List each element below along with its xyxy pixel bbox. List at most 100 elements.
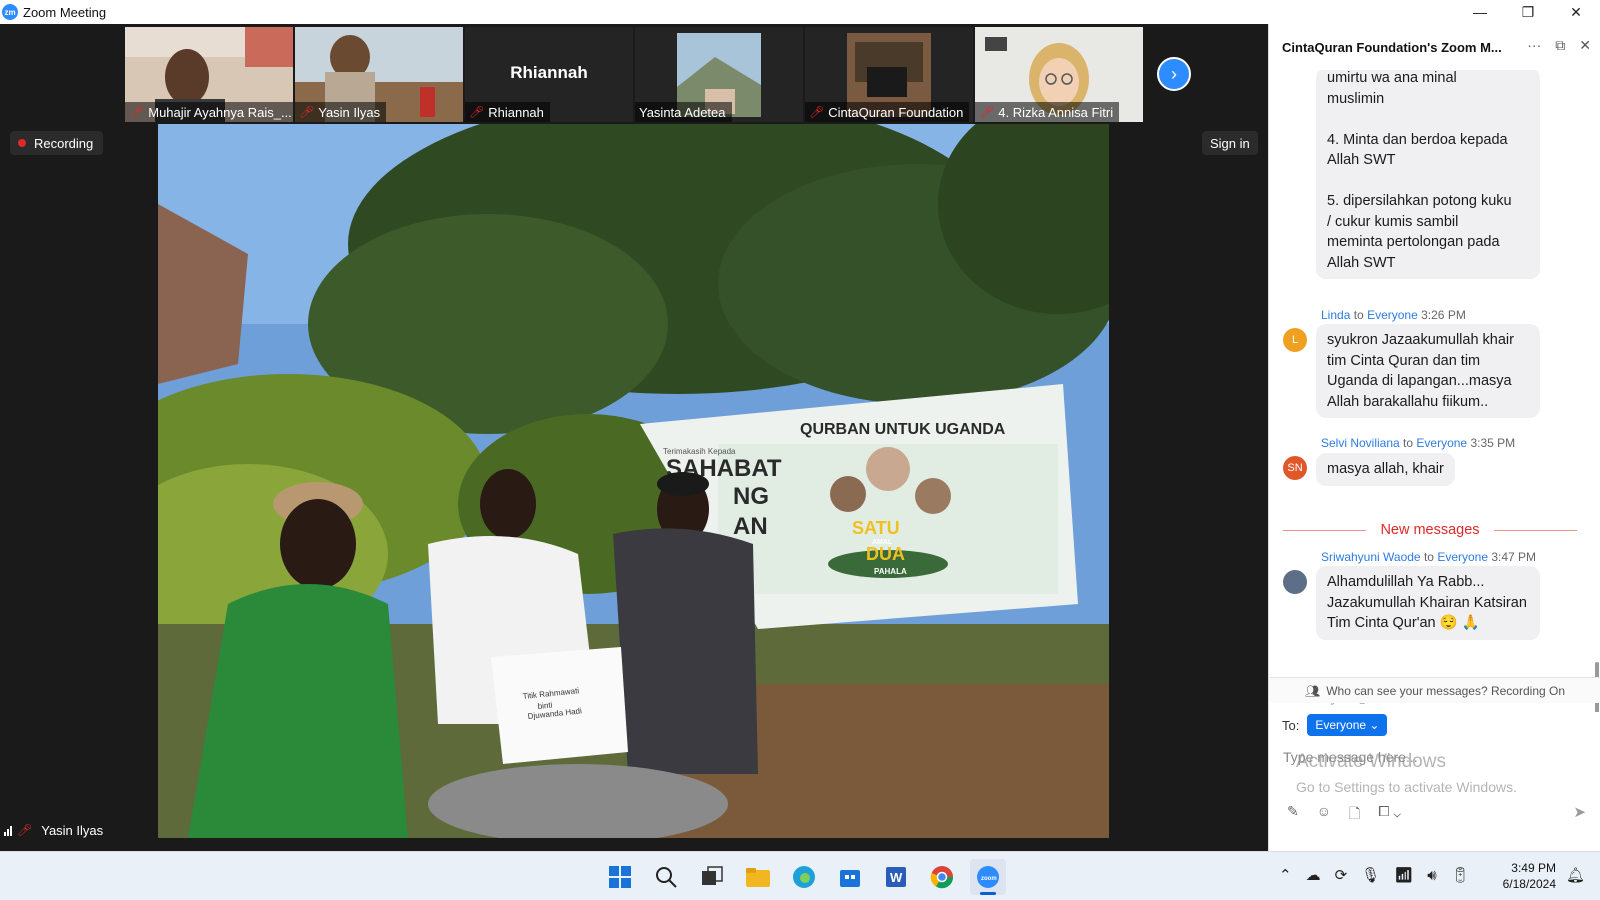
edge-icon[interactable]: [786, 859, 822, 895]
chat-panel: CintaQuran Foundation's Zoom M... ··· ⧉ …: [1268, 24, 1600, 851]
participant-tile[interactable]: Rhiannah 🎤︎ Rhiannah: [465, 27, 633, 122]
recipient-row: To: Everyone ⌄: [1282, 714, 1388, 736]
participant-tile[interactable]: 🎤︎ CintaQuran Foundation: [805, 27, 973, 122]
sender-name[interactable]: Linda: [1321, 308, 1350, 322]
banner-slogan-3: DUA: [866, 544, 905, 564]
recording-label: Recording: [34, 135, 94, 151]
banner-title: QURBAN UNTUK UGANDA: [800, 421, 1006, 438]
message-line: 5. dipersilahkan potong kuku: [1327, 193, 1512, 209]
banner-big-text-2: NG: [733, 483, 769, 510]
visibility-note[interactable]: 👥︎ Who can see your messages? Recording …: [1269, 677, 1600, 703]
chat-messages: umirtu wa ana minal muslimin 4. Minta da…: [1269, 70, 1600, 712]
active-speaker-name: Yasin Ilyas: [41, 822, 104, 838]
popout-icon[interactable]: ⧉: [1555, 37, 1565, 54]
minimize-button[interactable]: —: [1456, 0, 1504, 24]
active-speaker-label: 🎤︎ Yasin Ilyas: [4, 819, 103, 841]
mic-muted-icon: 🎤︎: [129, 105, 145, 119]
svg-text:zoom: zoom: [981, 876, 997, 882]
restore-button[interactable]: ❐: [1504, 0, 1552, 24]
start-icon[interactable]: [602, 859, 638, 895]
chat-bubble: masya allah, khair: [1316, 453, 1455, 486]
search-icon[interactable]: [648, 859, 684, 895]
send-icon[interactable]: ➤: [1573, 803, 1586, 821]
microphone-icon[interactable]: 🎙︎: [1361, 866, 1380, 884]
recording-dot-icon: [18, 139, 26, 147]
new-messages-label: New messages: [1380, 522, 1480, 538]
chevron-up-icon[interactable]: ⌃: [1279, 866, 1292, 884]
avatar[interactable]: SN: [1283, 456, 1307, 480]
more-options-icon[interactable]: ···: [1527, 37, 1541, 54]
sender-name[interactable]: Selvi Noviliana: [1321, 436, 1400, 450]
banner-big-text-3: AN: [733, 513, 768, 540]
main-video: QURBAN UNTUK UGANDA Terimakasih Kepada S…: [158, 124, 1109, 838]
watermark-line-1: Activate Windows: [1296, 751, 1446, 772]
new-messages-divider: New messages: [1283, 522, 1577, 538]
main-video-frame: QURBAN UNTUK UGANDA Terimakasih Kepada S…: [158, 124, 1109, 838]
to-word: to: [1423, 550, 1434, 564]
sign-in-button[interactable]: Sign in: [1202, 131, 1258, 155]
message-meta: Linda to Everyone 3:26 PM: [1321, 308, 1466, 322]
chevron-down-icon: ⌄: [1369, 718, 1380, 732]
banner-slogan-1: SATU: [852, 518, 900, 538]
mic-muted-icon: 🎤︎: [979, 105, 995, 119]
task-view-icon[interactable]: [694, 859, 730, 895]
wifi-icon[interactable]: 📶︎: [1394, 866, 1413, 884]
chrome-icon[interactable]: [924, 859, 960, 895]
window-title-bar: zm Zoom Meeting — ❐ ✕: [0, 0, 1600, 24]
activate-windows-watermark: Activate Windows Go to Settings to activ…: [1296, 751, 1517, 795]
window-title: Zoom Meeting: [23, 4, 107, 20]
sync-icon[interactable]: ⟳: [1335, 866, 1348, 884]
screenshot-icon[interactable]: ⧠ ⌄: [1378, 803, 1401, 827]
close-button[interactable]: ✕: [1552, 0, 1600, 24]
meeting-area: 🎤︎ Muhajir Ayahnya Rais_... 🎤︎ Yasin Ilyas…: [0, 24, 1268, 851]
volume-icon[interactable]: 🔊︎: [1427, 867, 1436, 884]
clock-time: 3:49 PM: [1511, 861, 1556, 875]
recipient-name[interactable]: Everyone: [1416, 436, 1467, 450]
emoji-icon[interactable]: ☺: [1317, 803, 1331, 827]
battery-icon[interactable]: 🔋︎: [1451, 866, 1470, 884]
participant-tile[interactable]: 🎤︎ Yasin Ilyas: [295, 27, 463, 122]
format-icon[interactable]: ✎: [1287, 803, 1299, 827]
participant-name: 🎤︎ Yasin Ilyas: [295, 102, 387, 122]
participant-tile[interactable]: Yasinta Adetea: [635, 27, 803, 122]
people-icon: 👥︎: [1304, 683, 1321, 698]
cloud-offline-icon[interactable]: ☁: [1306, 866, 1321, 884]
recipient-name[interactable]: Everyone: [1437, 550, 1488, 564]
message-line: / cukur kumis sambil: [1327, 213, 1459, 230]
message-meta: Sriwahyuni Waode to Everyone 3:47 PM: [1321, 550, 1536, 564]
system-clock[interactable]: 3:49 PM 6/18/2024: [1490, 860, 1556, 892]
close-icon[interactable]: ✕: [1579, 37, 1591, 54]
message-line: meminta pertolongan pada: [1327, 234, 1500, 250]
chat-header: CintaQuran Foundation's Zoom M... ··· ⧉ …: [1269, 24, 1600, 70]
next-page-chevron-icon[interactable]: ›: [1157, 57, 1191, 91]
participant-display-name: Rhiannah: [510, 63, 588, 82]
svg-text:W: W: [890, 870, 903, 885]
word-icon[interactable]: W: [878, 859, 914, 895]
to-label: To:: [1282, 717, 1300, 733]
recording-indicator[interactable]: Recording: [10, 131, 104, 155]
mic-muted-icon: 🎤︎: [17, 823, 33, 837]
participant-name: 🎤︎ Muhajir Ayahnya Rais_...: [125, 102, 293, 122]
zoom-app-icon: zm: [2, 4, 18, 20]
recipient-name[interactable]: Everyone: [1367, 308, 1418, 322]
chat-bubble: umirtu wa ana minal muslimin 4. Minta da…: [1316, 70, 1540, 279]
notifications-icon[interactable]: 🔔︎: [1566, 866, 1585, 884]
participant-tile[interactable]: 🎤︎ Muhajir Ayahnya Rais_...: [125, 27, 293, 122]
zoom-icon[interactable]: zoom: [970, 859, 1006, 895]
recipient-dropdown[interactable]: Everyone ⌄: [1307, 714, 1388, 736]
avatar[interactable]: L: [1283, 328, 1307, 352]
participant-strip: 🎤︎ Muhajir Ayahnya Rais_... 🎤︎ Yasin Ilyas…: [125, 27, 1143, 122]
message-time: 3:47 PM: [1491, 550, 1537, 564]
clock-date: 6/18/2024: [1502, 877, 1556, 891]
avatar-image[interactable]: [1283, 570, 1307, 594]
sender-name[interactable]: Sriwahyuni Waode: [1321, 550, 1421, 564]
participant-name: Yasinta Adetea: [635, 102, 732, 122]
store-icon[interactable]: [832, 859, 868, 895]
signal-strength-icon: [4, 825, 12, 836]
message-time: 3:26 PM: [1421, 308, 1466, 322]
chat-bubble: syukron Jazaakumullah khair tim Cinta Qu…: [1316, 324, 1540, 418]
file-explorer-icon[interactable]: [740, 859, 776, 895]
file-icon[interactable]: 🗋: [1349, 803, 1360, 827]
participant-tile[interactable]: 🎤︎ 4. Rizka Annisa Fitri: [975, 27, 1143, 122]
chat-title: CintaQuran Foundation's Zoom M...: [1282, 39, 1502, 55]
